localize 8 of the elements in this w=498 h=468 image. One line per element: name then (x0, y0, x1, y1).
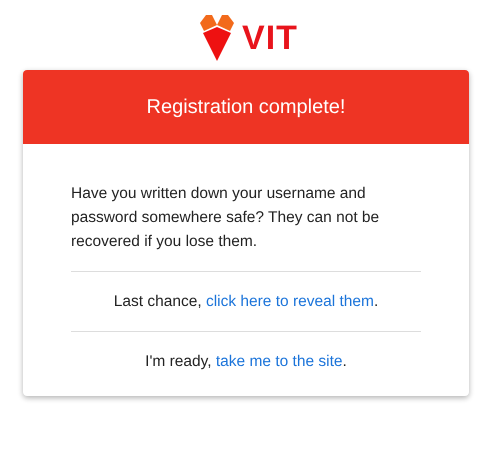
action-text: Last chance, click here to reveal them. (114, 293, 378, 310)
card-title: Registration complete! (23, 70, 469, 144)
action-text: I'm ready, take me to the site. (145, 353, 347, 370)
message-text: Have you written down your username and password somewhere safe? They can not be recovered if you lose them. (70, 184, 380, 252)
logo-icon (200, 15, 234, 61)
logo-text: VIT (242, 21, 298, 55)
action-link[interactable]: click here to reveal them (206, 293, 374, 310)
action-link[interactable]: take me to the site (216, 353, 343, 370)
